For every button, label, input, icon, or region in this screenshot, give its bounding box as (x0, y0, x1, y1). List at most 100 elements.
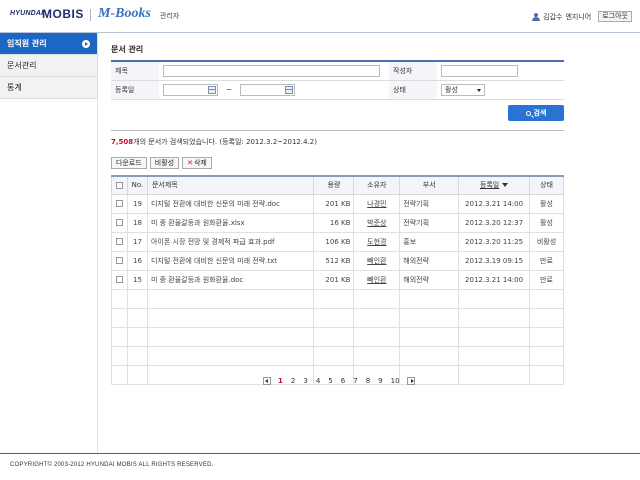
empty-row (111, 345, 564, 366)
row-dept: 전략기획 (399, 212, 460, 233)
chevron-down-icon (477, 88, 481, 92)
select-all-header (111, 175, 128, 195)
footer-divider (0, 453, 640, 454)
search-button-label: 검색 (533, 109, 547, 117)
row-date: 2012.3.21 14:00 (458, 193, 530, 214)
user-name: 김갑수 (543, 12, 563, 21)
page-link[interactable]: 8 (362, 377, 374, 385)
table-row[interactable]: 18 미 중 환율갈등과 원화환율.xlsx 16 KB 박준상 전략기획 20… (111, 212, 564, 233)
sidebar: 임직원 관리 문서관리 통계 (0, 33, 98, 453)
page-link[interactable]: 4 (312, 377, 324, 385)
search-icon (525, 111, 531, 116)
row-no: 16 (126, 250, 148, 271)
sidebar-item-document-management[interactable]: 문서관리 (0, 55, 97, 77)
column-header-status: 상태 (529, 175, 564, 195)
download-button[interactable]: 다운로드 (111, 157, 147, 169)
chevron-right-icon (82, 40, 90, 48)
search-button[interactable]: 검색 (508, 105, 564, 121)
status-select[interactable]: 활성 (441, 83, 485, 96)
row-title[interactable]: 아이폰 시장 전망 및 경제적 파급 효과.pdf (146, 231, 315, 252)
row-checkbox[interactable] (115, 257, 123, 264)
row-date: 2012.3.21 14:00 (458, 269, 530, 290)
table-row[interactable]: 17 아이폰 시장 전망 및 경제적 파급 효과.pdf 106 KB 도현경 … (111, 231, 564, 252)
page-link[interactable]: 5 (324, 377, 336, 385)
row-size: 16 KB (313, 212, 355, 233)
calendar-icon[interactable] (285, 85, 294, 94)
section-divider (111, 130, 564, 131)
sidebar-item-label: 임직원 관리 (7, 39, 47, 48)
column-header-dept: 부서 (399, 175, 460, 195)
row-owner[interactable]: 빼인환 (367, 276, 386, 284)
row-owner[interactable]: 박준상 (367, 219, 386, 227)
row-owner[interactable]: 빼인환 (367, 257, 386, 265)
column-header-no: No. (126, 175, 148, 195)
title-input[interactable] (163, 64, 380, 77)
table-row[interactable]: 19 디지털 전환에 대비한 신문의 미래 전략.doc 201 KB 나경민 … (111, 193, 564, 214)
row-no: 18 (126, 212, 148, 233)
row-checkbox[interactable] (115, 200, 123, 207)
sidebar-item-label: 문서관리 (7, 61, 37, 70)
row-status: 비활성 (529, 231, 564, 252)
start-date-input[interactable] (163, 83, 218, 96)
column-header-date[interactable]: 등록일 (458, 175, 530, 195)
pagination: 1 2 3 4 5 6 7 8 9 10 (260, 377, 418, 385)
row-no: 17 (126, 231, 148, 252)
logo-divider (90, 9, 91, 21)
mobis-logo: MOBIS (42, 7, 84, 21)
row-title[interactable]: 디지털 전환에 대비한 신문의 미래 전략.txt (146, 250, 315, 271)
page-title: 문서 관리 (111, 45, 144, 54)
row-checkbox[interactable] (115, 276, 123, 283)
row-no: 15 (126, 269, 148, 290)
sidebar-item-employee-management[interactable]: 임직원 관리 (0, 33, 97, 55)
admin-label: 관리자 (160, 12, 180, 20)
page-link[interactable]: 6 (337, 377, 349, 385)
row-checkbox[interactable] (115, 219, 123, 226)
footer-copyright: COPYRIGHT© 2003-2012 HYUNDAI MOBIS ALL R… (10, 462, 214, 468)
row-status: 활성 (529, 212, 564, 233)
app-title[interactable]: M-Books (98, 6, 151, 22)
sidebar-item-statistics[interactable]: 통계 (0, 77, 97, 99)
page-link[interactable]: 1 (274, 377, 287, 385)
row-owner[interactable]: 도현경 (367, 238, 386, 246)
result-text: 개의 문서가 검색되었습니다. (133, 138, 218, 146)
page-link[interactable]: 2 (287, 377, 299, 385)
table-row[interactable]: 16 디지털 전환에 대비한 신문의 미래 전략.txt 512 KB 빼인환 … (111, 250, 564, 271)
next-page-icon[interactable] (406, 377, 415, 385)
page-link[interactable]: 9 (374, 377, 386, 385)
document-table: No. 문서제목 용량 소유자 부서 등록일 상태 19 디지털 전환에 대비한… (111, 175, 564, 385)
row-status: 만료 (529, 269, 564, 290)
empty-row (111, 288, 564, 309)
end-date-input[interactable] (240, 83, 296, 96)
delete-button[interactable]: ✕삭제 (182, 157, 212, 169)
row-checkbox[interactable] (115, 238, 123, 245)
header: HYUNDAI MOBIS M-Books 관리자 김갑수 엔지니어 로그아웃 (0, 0, 640, 32)
row-size: 512 KB (313, 250, 355, 271)
page-link[interactable]: 3 (299, 377, 311, 385)
page-link[interactable]: 10 (387, 377, 404, 385)
user-area: 김갑수 엔지니어 로그아웃 (532, 11, 632, 22)
row-dept: 해외전략 (399, 269, 460, 290)
close-icon: ✕ (187, 159, 193, 167)
date-label: 등록일 (111, 80, 159, 100)
author-label: 작성자 (389, 61, 437, 81)
row-title[interactable]: 미 중 환율갈등과 원화환율.xlsx (146, 212, 315, 233)
logout-button[interactable]: 로그아웃 (598, 11, 632, 22)
deactivate-button[interactable]: 비활성 (149, 157, 180, 169)
result-range: (등록일: 2012.3.2~2012.4.2) (219, 138, 317, 146)
page-link[interactable]: 7 (349, 377, 361, 385)
row-no: 19 (126, 193, 148, 214)
row-size: 106 KB (313, 231, 355, 252)
row-owner[interactable]: 나경민 (367, 200, 386, 208)
row-title[interactable]: 미 중 환율갈등과 원화환율.doc (146, 269, 315, 290)
row-date: 2012.3.19 09:15 (458, 250, 530, 271)
author-input[interactable] (441, 64, 518, 77)
row-title[interactable]: 디지털 전환에 대비한 신문의 미래 전략.doc (146, 193, 315, 214)
table-row[interactable]: 15 미 중 환율갈등과 원화환율.doc 201 KB 빼인환 해외전략 20… (111, 269, 564, 290)
empty-row (111, 307, 564, 328)
result-summary: 7,508개의 문서가 검색되었습니다. (등록일: 2012.3.2~2012… (111, 137, 317, 147)
calendar-icon[interactable] (208, 85, 216, 94)
empty-row (111, 326, 564, 347)
prev-page-icon[interactable] (263, 377, 271, 385)
select-all-checkbox[interactable] (115, 181, 123, 189)
row-date: 2012.3.20 12:37 (458, 212, 530, 233)
